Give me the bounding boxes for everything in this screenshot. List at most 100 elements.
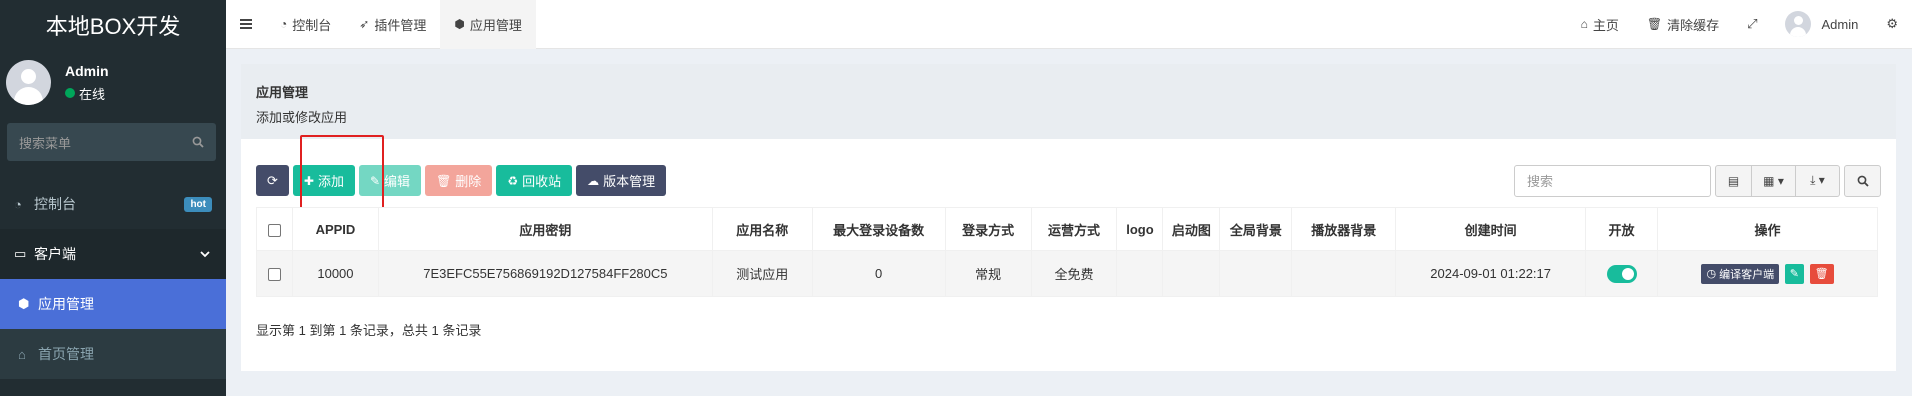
fullscreen-button[interactable]: ⤢ — [1733, 0, 1771, 49]
compile-client-label: 编译客户端 — [1719, 268, 1775, 281]
android-icon: ⬢ — [18, 296, 30, 311]
column-header[interactable]: 全局背景 — [1219, 207, 1293, 251]
app-logo[interactable]: 本地BOX开发 — [0, 0, 226, 49]
cell-splash — [1162, 250, 1221, 297]
clear-cache-label: 清除缓存 — [1667, 17, 1720, 33]
search-icon — [192, 136, 204, 148]
compile-client-button[interactable]: ◷ 编译客户端 — [1701, 263, 1780, 284]
version-label: 版本管理 — [603, 174, 656, 189]
trash-icon: 🗑 — [1646, 17, 1663, 31]
home-label: 主页 — [1592, 17, 1619, 33]
column-header[interactable]: 创建时间 — [1395, 207, 1587, 251]
column-header[interactable]: 操作 — [1657, 207, 1878, 251]
gears-icon: ⚙ — [1886, 16, 1898, 31]
sidebar-item-label: 应用管理 — [38, 296, 94, 312]
page-header: 应用管理 添加或修改应用 — [241, 64, 1896, 139]
table-search-placeholder: 搜索 — [1527, 174, 1554, 189]
user-menu-name: Admin — [1821, 16, 1859, 32]
open-toggle[interactable] — [1606, 264, 1637, 283]
chevron-down-icon — [200, 251, 210, 258]
column-header[interactable]: 最大登录设备数 — [811, 207, 946, 251]
home-icon: ⌂ — [1580, 17, 1588, 31]
select-all-cell — [256, 207, 293, 251]
sidebar-item-app-management[interactable]: ⬢ 应用管理 — [0, 279, 226, 329]
sidebar-menu: ◔ 控制台 hot ▭ 客户端 ⬢ 应用管理 ⌂ 首页管理 — [0, 179, 226, 379]
user-status: 在线 — [65, 84, 109, 103]
column-header[interactable]: 应用名称 — [711, 207, 813, 251]
advanced-search-button[interactable] — [1844, 164, 1881, 197]
tab-label: 应用管理 — [469, 17, 522, 33]
sidebar-item-label: 首页管理 — [38, 346, 94, 362]
column-header[interactable]: 启动图 — [1162, 207, 1221, 251]
trash-icon: 🗑 — [1814, 268, 1829, 280]
top-navbar: ◔ 控制台 ➶ 插件管理 ⬢ 应用管理 ⌂ 主页 🗑 清除缓存 ⤢ Admin … — [226, 0, 1912, 49]
user-panel: Admin 在线 — [0, 49, 226, 116]
online-dot-icon — [65, 88, 75, 98]
main-panel: 应用管理 添加或修改应用 ⟳ ✚ 添加 ✎ 编辑 🗑 删除 ♻ 回收站 ☁ 版本… — [241, 64, 1896, 371]
table-header-row: APPID 应用密钥 应用名称 最大登录设备数 登录方式 运营方式 logo 启… — [256, 207, 1878, 251]
tab-app-management[interactable]: ⬢ 应用管理 — [440, 0, 536, 49]
android-icon: ⬢ — [454, 17, 465, 31]
home-link[interactable]: ⌂ 主页 — [1567, 0, 1633, 49]
dashboard-icon: ◔ — [280, 17, 288, 31]
toggle-view-button[interactable]: ▤ — [1715, 164, 1752, 197]
column-header[interactable]: 运营方式 — [1030, 207, 1118, 251]
user-menu[interactable]: Admin — [1771, 0, 1872, 49]
app-table: APPID 应用密钥 应用名称 最大登录设备数 登录方式 运营方式 logo 启… — [256, 207, 1878, 297]
page-subtitle: 添加或修改应用 — [256, 110, 348, 125]
cell-name: 测试应用 — [711, 250, 813, 297]
grid-icon: ▦ ▾ — [1763, 173, 1784, 188]
table-view-icon: ▤ — [1727, 173, 1740, 188]
table-row[interactable]: 10000 7E3EFC55E756869192D127584FF280C5 测… — [256, 250, 1878, 297]
select-all-checkbox[interactable] — [267, 223, 281, 237]
tab-label: 控制台 — [292, 17, 332, 33]
export-button[interactable]: ⤓ ▾ — [1796, 164, 1840, 197]
columns-button[interactable]: ▦ ▾ — [1752, 164, 1796, 197]
row-select-cell — [256, 250, 293, 297]
tab-label: 插件管理 — [374, 17, 427, 33]
column-header[interactable]: 应用密钥 — [377, 207, 713, 251]
recycle-icon: ♻ — [507, 173, 519, 188]
cell-actions: ◷ 编译客户端 ✎ 🗑 — [1657, 250, 1878, 297]
tab-plugin-management[interactable]: ➶ 插件管理 — [345, 0, 440, 49]
cell-created: 2024-09-01 01:22:17 — [1395, 250, 1587, 297]
sidebar-search-placeholder: 搜索菜单 — [19, 135, 72, 151]
cloud-upload-icon: ☁ — [587, 173, 600, 188]
delete-button[interactable]: 🗑 删除 — [425, 165, 493, 196]
user-status-label: 在线 — [79, 86, 106, 102]
row-checkbox[interactable] — [267, 268, 281, 282]
menu-toggle-button[interactable] — [226, 0, 266, 49]
pencil-icon: ✎ — [1789, 268, 1799, 280]
row-edit-button[interactable]: ✎ — [1784, 263, 1804, 284]
clear-cache-button[interactable]: 🗑 清除缓存 — [1633, 0, 1733, 49]
rocket-icon: ➶ — [359, 17, 370, 31]
table-search-input[interactable]: 搜索 — [1514, 164, 1711, 197]
sidebar-item-client[interactable]: ▭ 客户端 — [0, 229, 226, 279]
page-title: 应用管理 — [256, 85, 309, 100]
home-icon: ⌂ — [18, 346, 26, 362]
delete-label: 删除 — [455, 174, 482, 189]
row-delete-button[interactable]: 🗑 — [1809, 263, 1834, 284]
column-header[interactable]: 开放 — [1585, 207, 1659, 251]
refresh-button[interactable]: ⟳ — [256, 165, 289, 196]
sidebar-item-label: 控制台 — [34, 196, 76, 212]
avatar — [1785, 11, 1812, 37]
version-management-button[interactable]: ☁ 版本管理 — [576, 165, 667, 196]
tab-dashboard[interactable]: ◔ 控制台 — [266, 0, 345, 49]
refresh-icon: ⟳ — [267, 172, 278, 188]
column-header[interactable]: 播放器背景 — [1291, 207, 1397, 251]
settings-button[interactable]: ⚙ — [1872, 0, 1912, 49]
cell-key: 7E3EFC55E756869192D127584FF280C5 — [377, 250, 713, 297]
clock-icon: ◷ — [1706, 268, 1717, 280]
sidebar-item-home-management[interactable]: ⌂ 首页管理 — [0, 329, 226, 379]
recycle-bin-button[interactable]: ♻ 回收站 — [496, 165, 573, 196]
column-header[interactable]: APPID — [291, 207, 379, 251]
column-header[interactable]: 登录方式 — [944, 207, 1032, 251]
trash-icon: 🗑 — [436, 173, 452, 188]
sidebar-search-input[interactable]: 搜索菜单 — [7, 123, 216, 161]
column-header[interactable]: logo — [1116, 207, 1164, 251]
sidebar-item-dashboard[interactable]: ◔ 控制台 hot — [0, 179, 226, 229]
cell-max-devices: 0 — [811, 250, 946, 297]
cell-global-bg — [1219, 250, 1293, 297]
dashboard-icon: ◔ — [14, 196, 22, 212]
